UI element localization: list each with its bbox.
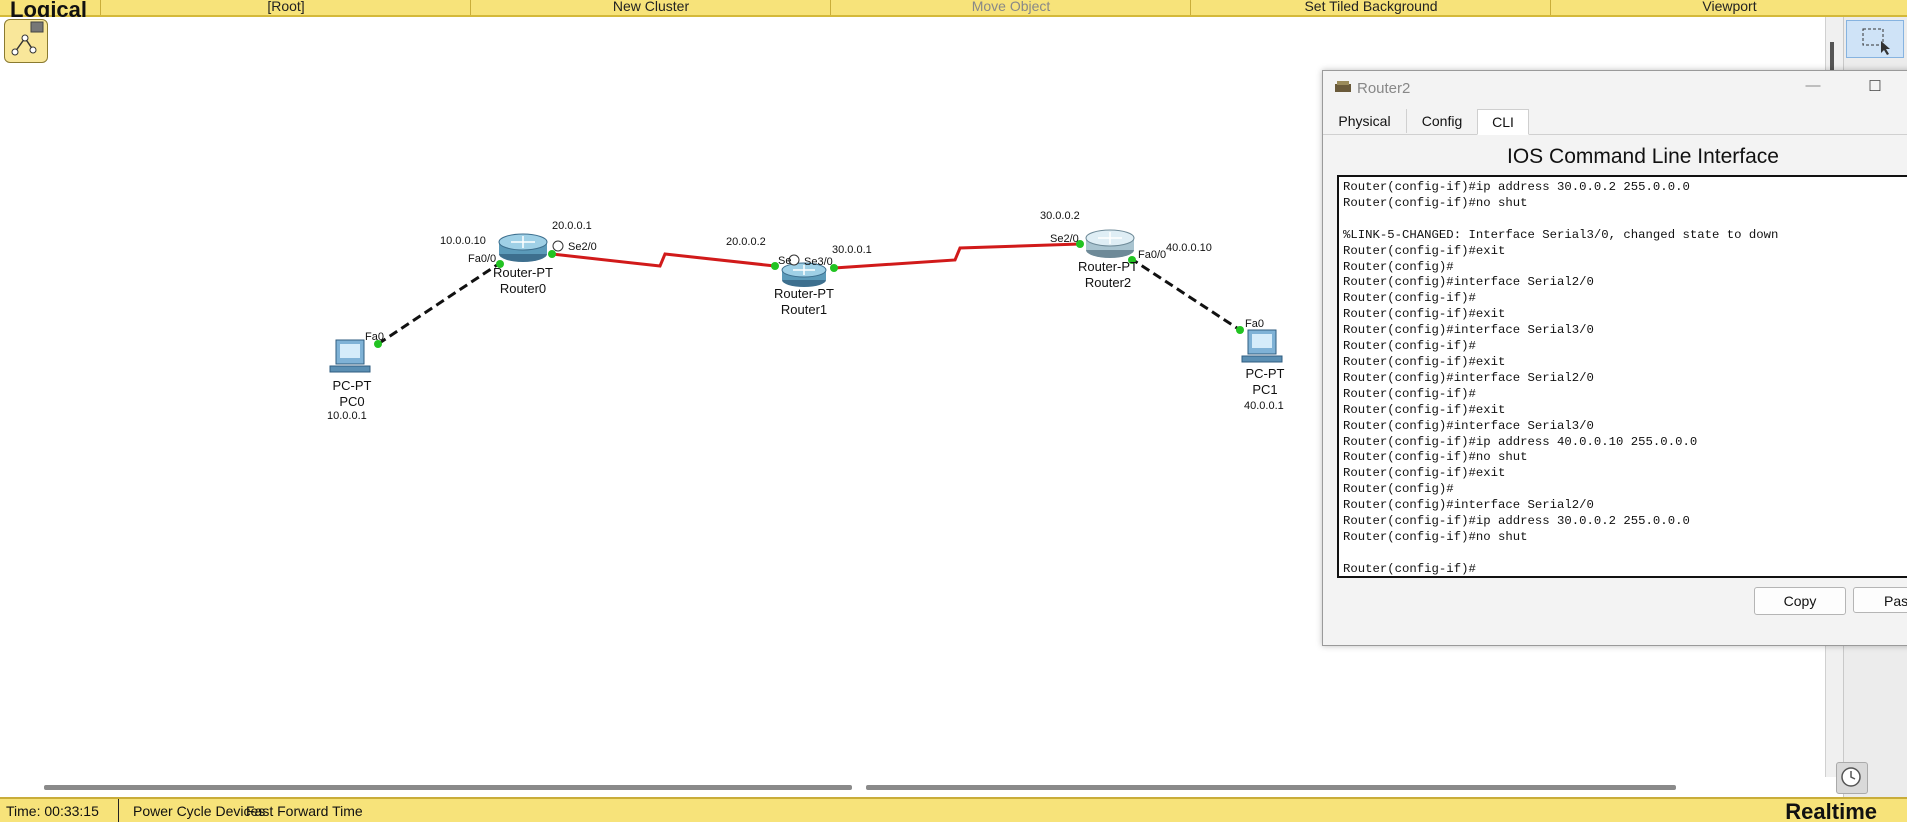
router0-port-fa00-label: Fa0/0 [468,253,496,265]
router2-port-se20-label: Se2/0 [1050,233,1079,245]
clock-icon [552,240,564,252]
pc0-port-label: Fa0 [365,331,384,343]
minimize-button[interactable]: — [1801,77,1825,97]
router0-device[interactable] [498,233,548,262]
router1-port-se30-label: Se3/0 [804,256,833,268]
router0-ip-label: 10.0.0.10 [440,235,486,247]
router1-ip-left-label: 20.0.0.2 [726,236,766,248]
pc0-model-label: PC-PT [333,378,372,393]
horizontal-scrollbar-right[interactable] [866,785,1676,790]
router2-ip-left-label: 30.0.0.2 [1040,210,1080,222]
router2-model-label: Router-PT [1078,259,1138,274]
router0-se-ip-label: 20.0.0.1 [552,220,592,232]
router1-ip-right-label: 30.0.0.1 [832,244,872,256]
pc0-name-label: PC0 [339,394,364,409]
router0-model-label: Router-PT [493,265,553,280]
maximize-button[interactable]: ☐ [1863,77,1887,97]
dialog-title: Router2 [1357,80,1411,97]
link-pc0-router0[interactable] [377,261,501,346]
port-light-pc1-fa0 [1236,326,1244,334]
cli-heading: IOS Command Line Interface [1507,145,1779,168]
dialog-tabs: Physical Config CLI [1323,109,1907,135]
router0-name-label: Router0 [500,281,546,296]
router2-ip-right-label: 40.0.0.10 [1166,242,1212,254]
tab-config[interactable]: Config [1407,109,1478,133]
dialog-titlebar[interactable]: Router2 — ☐ [1323,71,1907,107]
tab-physical[interactable]: Physical [1323,109,1407,133]
link-router0-router1[interactable] [551,252,776,268]
link-router2-pc1[interactable] [1129,256,1241,332]
copy-button[interactable]: Copy [1754,587,1846,615]
tab-cli[interactable]: CLI [1477,109,1529,135]
select-tool-icon[interactable] [1846,20,1904,58]
cli-console[interactable]: Router(config-if)#ip address 30.0.0.2 25… [1337,175,1907,578]
router-app-icon [1335,81,1351,92]
status-divider [118,799,119,822]
pc1-model-label: PC-PT [1246,366,1285,381]
pc1-ip-label: 40.0.0.1 [1244,400,1284,412]
pc0-ip-label: 10.0.0.1 [327,410,367,422]
pc1-port-label: Fa0 [1245,318,1264,330]
simulation-time: Time: 00:33:15 [6,803,99,819]
simulation-clock-icon[interactable] [1836,762,1868,794]
horizontal-scrollbar-left[interactable] [44,785,852,790]
pc0-device[interactable] [329,339,371,373]
viewport-button[interactable]: Viewport [1550,0,1907,15]
realtime-mode-label[interactable]: Realtime [1785,799,1877,825]
fast-forward-time-button[interactable]: Fast Forward Time [246,803,363,819]
router2-dialog: Router2 — ☐ Physical Config CLI IOS Comm… [1322,70,1907,646]
paste-button[interactable]: Past [1853,587,1907,613]
cli-output[interactable]: Router(config-if)#ip address 30.0.0.2 25… [1339,177,1907,576]
router2-device[interactable] [1085,229,1135,258]
router1-port-se-label: Se [778,255,791,267]
pc1-name-label: PC1 [1252,382,1277,397]
port-light-router0-se20 [548,250,556,258]
router2-name-label: Router2 [1085,275,1131,290]
network-topology: Fa0 10.0.0.10 Fa0/0 20.0.0.1 Se2/0 20.0.… [327,210,1285,422]
router1-model-label: Router-PT [774,286,834,301]
router2-port-fa00-label: Fa0/0 [1138,249,1166,261]
status-bar: Time: 00:33:15 Power Cycle Devices Fast … [0,797,1907,825]
vertical-scrollbar-thumb[interactable] [1830,42,1834,72]
router1-name-label: Router1 [781,302,827,317]
router0-port-se20-label: Se2/0 [568,241,597,253]
pc1-device[interactable] [1241,329,1283,363]
